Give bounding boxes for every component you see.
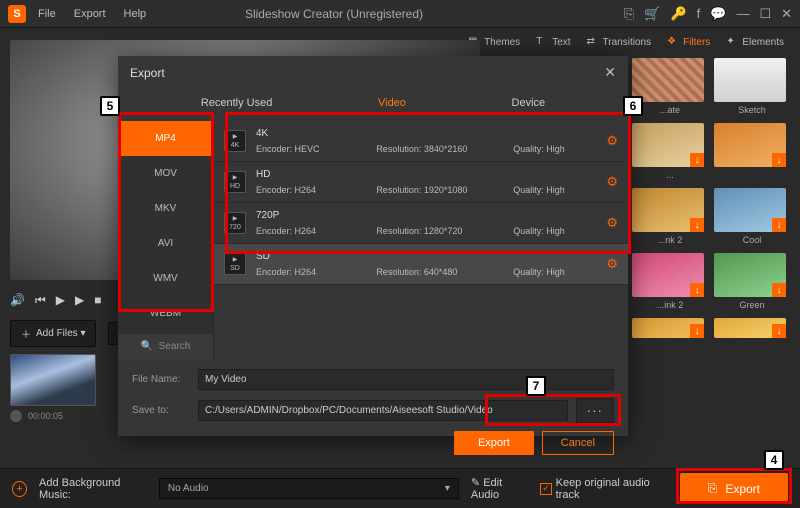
key-icon[interactable]: 🔑 — [670, 6, 686, 22]
sound-icon[interactable]: 🔊 — [10, 293, 25, 307]
gear-icon[interactable]: ⚙ — [606, 256, 618, 272]
dialog-export-button[interactable]: Export — [454, 431, 534, 455]
export-icon: ⎘ — [708, 481, 718, 496]
next-icon[interactable]: ▶ — [75, 293, 84, 307]
facebook-icon[interactable]: f — [697, 6, 701, 21]
profile-720p[interactable]: 720 720PEncoder: H264Resolution: 1280*72… — [214, 203, 628, 244]
export-dialog: Export ✕ Recently Used Video Device MP4 … — [118, 56, 628, 436]
profile-4k[interactable]: 4K 4KEncoder: HEVCResolution: 3840*2160Q… — [214, 121, 628, 162]
play-icon[interactable]: ▶ — [56, 293, 65, 307]
format-list: MP4 MOV MKV AVI WMV WEBM 🔍 Search — [118, 121, 214, 359]
dialog-tab-video[interactable]: Video — [370, 93, 414, 115]
menu-file[interactable]: File — [38, 8, 56, 20]
chevron-down-icon: ▾ — [445, 483, 450, 494]
profile-icon: 720 — [224, 212, 246, 234]
dialog-title: Export — [130, 66, 165, 80]
prev-icon[interactable]: ⏮ — [35, 293, 46, 308]
filter-item[interactable]: ↓ — [632, 318, 708, 338]
gear-icon[interactable]: ⚙ — [606, 174, 618, 190]
profile-list: 4K 4KEncoder: HEVCResolution: 3840*2160Q… — [214, 121, 628, 359]
add-music-icon[interactable]: + — [12, 481, 27, 497]
download-icon[interactable]: ↓ — [772, 153, 786, 167]
dialog-footer: File Name: Save to: ··· Export Cancel — [118, 359, 628, 463]
profile-icon: HD — [224, 171, 246, 193]
callout-number-5: 5 — [100, 96, 120, 116]
filter-item[interactable]: ↓ — [714, 123, 790, 180]
filters-panel: ...ate Sketch ↓... ↓ ↓...nk 2 ↓Cool ↓...… — [632, 58, 790, 338]
saveto-label: Save to: — [132, 405, 190, 416]
stop-icon[interactable]: ■ — [94, 293, 101, 307]
profile-icon: 4K — [224, 130, 246, 152]
dialog-close-icon[interactable]: ✕ — [604, 64, 616, 81]
filename-input[interactable] — [198, 369, 614, 390]
keep-audio-checkbox[interactable]: ✓Keep original audio track — [540, 477, 667, 501]
dialog-tab-device[interactable]: Device — [504, 93, 554, 115]
download-icon[interactable]: ↓ — [772, 283, 786, 297]
filter-item[interactable]: ↓Cool — [714, 188, 790, 245]
dialog-cancel-button[interactable]: Cancel — [542, 431, 614, 455]
tab-elements[interactable]: ✦Elements — [720, 32, 790, 52]
export-button-main[interactable]: ⎘Export — [680, 473, 788, 504]
profile-hd[interactable]: HD HDEncoder: H264Resolution: 1920*1080Q… — [214, 162, 628, 203]
download-icon[interactable]: ↓ — [772, 218, 786, 232]
download-icon[interactable]: ↓ — [772, 324, 786, 338]
browse-button[interactable]: ··· — [576, 398, 614, 423]
filter-item[interactable]: ↓...ink 2 — [632, 253, 708, 310]
format-search[interactable]: 🔍 Search — [118, 334, 213, 359]
profile-sd[interactable]: SD SDEncoder: H264Resolution: 640*480Qua… — [214, 244, 628, 285]
format-mov[interactable]: MOV — [118, 156, 213, 191]
callout-number-4: 4 — [764, 450, 784, 470]
format-mp4[interactable]: MP4 — [118, 121, 213, 156]
callout-number-7: 7 — [526, 376, 546, 396]
add-files-button[interactable]: ＋Add Files ▾ — [10, 320, 96, 347]
filter-item[interactable]: Sketch — [714, 58, 790, 115]
bg-music-label: Add Background Music: — [39, 477, 147, 501]
menu-help[interactable]: Help — [124, 8, 147, 20]
close-icon[interactable]: ✕ — [781, 6, 792, 22]
filter-item[interactable]: ↓ — [714, 318, 790, 338]
tab-transitions[interactable]: ⇄Transitions — [581, 32, 658, 52]
edit-audio-button[interactable]: ✎ Edit Audio — [471, 476, 528, 501]
filter-item[interactable]: ...ate — [632, 58, 708, 115]
profile-icon: SD — [224, 253, 246, 275]
effect-icon[interactable] — [10, 410, 22, 422]
tab-text[interactable]: TText — [530, 32, 576, 52]
format-avi[interactable]: AVI — [118, 226, 213, 261]
menu-export[interactable]: Export — [74, 8, 106, 20]
app-logo: S — [8, 5, 26, 23]
download-icon[interactable]: ↓ — [690, 324, 704, 338]
gear-icon[interactable]: ⚙ — [606, 215, 618, 231]
filter-item[interactable]: ↓Green — [714, 253, 790, 310]
tab-filters[interactable]: ❖Filters — [661, 32, 716, 52]
dialog-tab-recent[interactable]: Recently Used — [193, 93, 281, 115]
filter-item[interactable]: ↓... — [632, 123, 708, 180]
cart-icon[interactable]: 🛒 — [644, 6, 660, 22]
callout-number-6: 6 — [623, 96, 643, 116]
download-icon[interactable]: ↓ — [690, 153, 704, 167]
download-icon[interactable]: ↓ — [690, 283, 704, 297]
feedback-icon[interactable]: 💬 — [710, 6, 726, 22]
window-controls: ⎘ 🛒 🔑 f 💬 — ☐ ✕ — [624, 6, 792, 22]
register-icon[interactable]: ⎘ — [624, 6, 634, 22]
timeline-clip[interactable]: 00:00:05 — [10, 354, 96, 422]
clip-thumbnail — [10, 354, 96, 406]
menubar: S File Export Help Slideshow Creator (Un… — [0, 0, 800, 28]
format-mkv[interactable]: MKV — [118, 191, 213, 226]
filter-item[interactable]: ↓...nk 2 — [632, 188, 708, 245]
clip-time: 00:00:05 — [28, 411, 63, 421]
format-wmv[interactable]: WMV — [118, 261, 213, 296]
minimize-icon[interactable]: — — [736, 6, 749, 21]
saveto-input[interactable] — [198, 400, 568, 421]
format-webm[interactable]: WEBM — [118, 296, 213, 331]
filename-label: File Name: — [132, 374, 190, 385]
download-icon[interactable]: ↓ — [690, 218, 704, 232]
window-title: Slideshow Creator (Unregistered) — [164, 7, 624, 21]
audio-select[interactable]: No Audio▾ — [159, 478, 459, 499]
maximize-icon[interactable]: ☐ — [759, 6, 771, 22]
right-panel-tabs: ▦Themes TText ⇄Transitions ❖Filters ✦Ele… — [462, 32, 790, 52]
gear-icon[interactable]: ⚙ — [606, 133, 618, 149]
bottom-bar: + Add Background Music: No Audio▾ ✎ Edit… — [0, 468, 800, 508]
